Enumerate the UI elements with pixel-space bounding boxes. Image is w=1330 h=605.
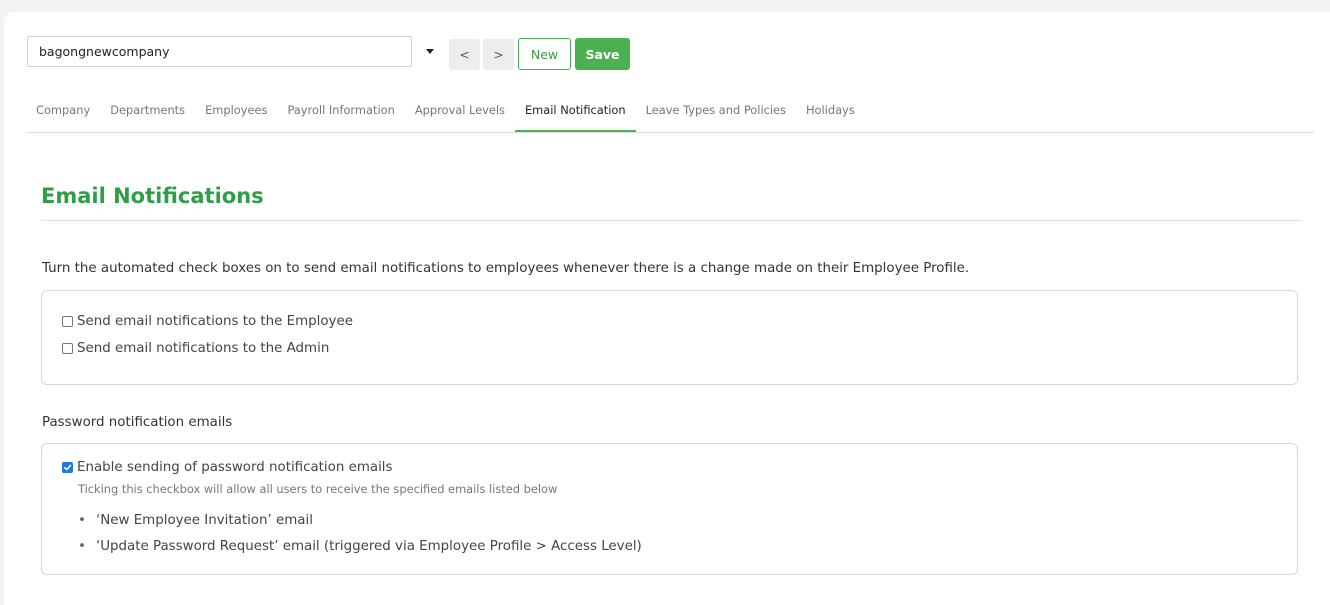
company-dropdown-button[interactable] <box>416 36 443 67</box>
new-button[interactable]: New <box>518 38 571 70</box>
password-notification-option[interactable]: Enable sending of password notification … <box>62 460 393 475</box>
tab-payroll-information[interactable]: Payroll Information <box>277 96 404 132</box>
next-button[interactable]: > <box>483 39 514 70</box>
password-notification-hint: Ticking this checkbox will allow all use… <box>78 482 558 496</box>
password-notification-checkbox[interactable] <box>62 462 73 473</box>
caret-down-icon <box>425 49 434 54</box>
checkmark-icon <box>63 464 72 471</box>
profile-notification-box: Send email notifications to the Employee… <box>41 290 1298 385</box>
password-notification-label: Enable sending of password notification … <box>77 460 393 475</box>
password-section-heading: Password notification emails <box>42 415 233 430</box>
tab-employees[interactable]: Employees <box>195 96 277 132</box>
employee-notification-checkbox[interactable] <box>62 316 73 327</box>
previous-button[interactable]: < <box>449 39 480 70</box>
tab-departments[interactable]: Departments <box>100 96 195 132</box>
list-item: • ‘Update Password Request’ email (trigge… <box>78 539 642 565</box>
page-title: Email Notifications <box>41 184 264 208</box>
company-select[interactable]: bagongnewcompany <box>27 36 412 67</box>
bullet-icon: • <box>78 513 86 528</box>
chevron-right-icon: > <box>493 47 504 62</box>
email-type-label: ‘New Employee Invitation’ email <box>96 513 313 528</box>
tab-email-notification[interactable]: Email Notification <box>514 96 636 132</box>
employee-notification-option[interactable]: Send email notifications to the Employee <box>62 314 353 329</box>
list-item: • ‘New Employee Invitation’ email <box>78 513 642 539</box>
save-button[interactable]: Save <box>575 38 630 70</box>
tab-holidays[interactable]: Holidays <box>796 96 865 132</box>
chevron-left-icon: < <box>459 47 470 62</box>
admin-notification-label: Send email notifications to the Admin <box>77 341 330 356</box>
tab-leave-types-and-policies[interactable]: Leave Types and Policies <box>636 96 796 132</box>
title-divider <box>41 220 1300 221</box>
tab-approval-levels[interactable]: Approval Levels <box>405 96 515 132</box>
settings-tabs: Company Departments Employees Payroll In… <box>26 96 1314 133</box>
password-email-list: • ‘New Employee Invitation’ email • ‘Updat… <box>78 513 642 565</box>
company-select-value: bagongnewcompany <box>39 44 170 59</box>
tab-company[interactable]: Company <box>26 96 100 132</box>
intro-text: Turn the automated check boxes on to sen… <box>42 261 970 276</box>
admin-notification-checkbox[interactable] <box>62 343 73 354</box>
email-type-label: ‘Update Password Request’ email (trigger… <box>96 539 642 554</box>
admin-notification-option[interactable]: Send email notifications to the Admin <box>62 341 329 356</box>
main-panel: bagongnewcompany < > New Save Company De… <box>4 12 1330 605</box>
bullet-icon: • <box>78 539 86 554</box>
password-notification-box: Enable sending of password notification … <box>41 443 1298 575</box>
employee-notification-label: Send email notifications to the Employee <box>77 314 353 329</box>
